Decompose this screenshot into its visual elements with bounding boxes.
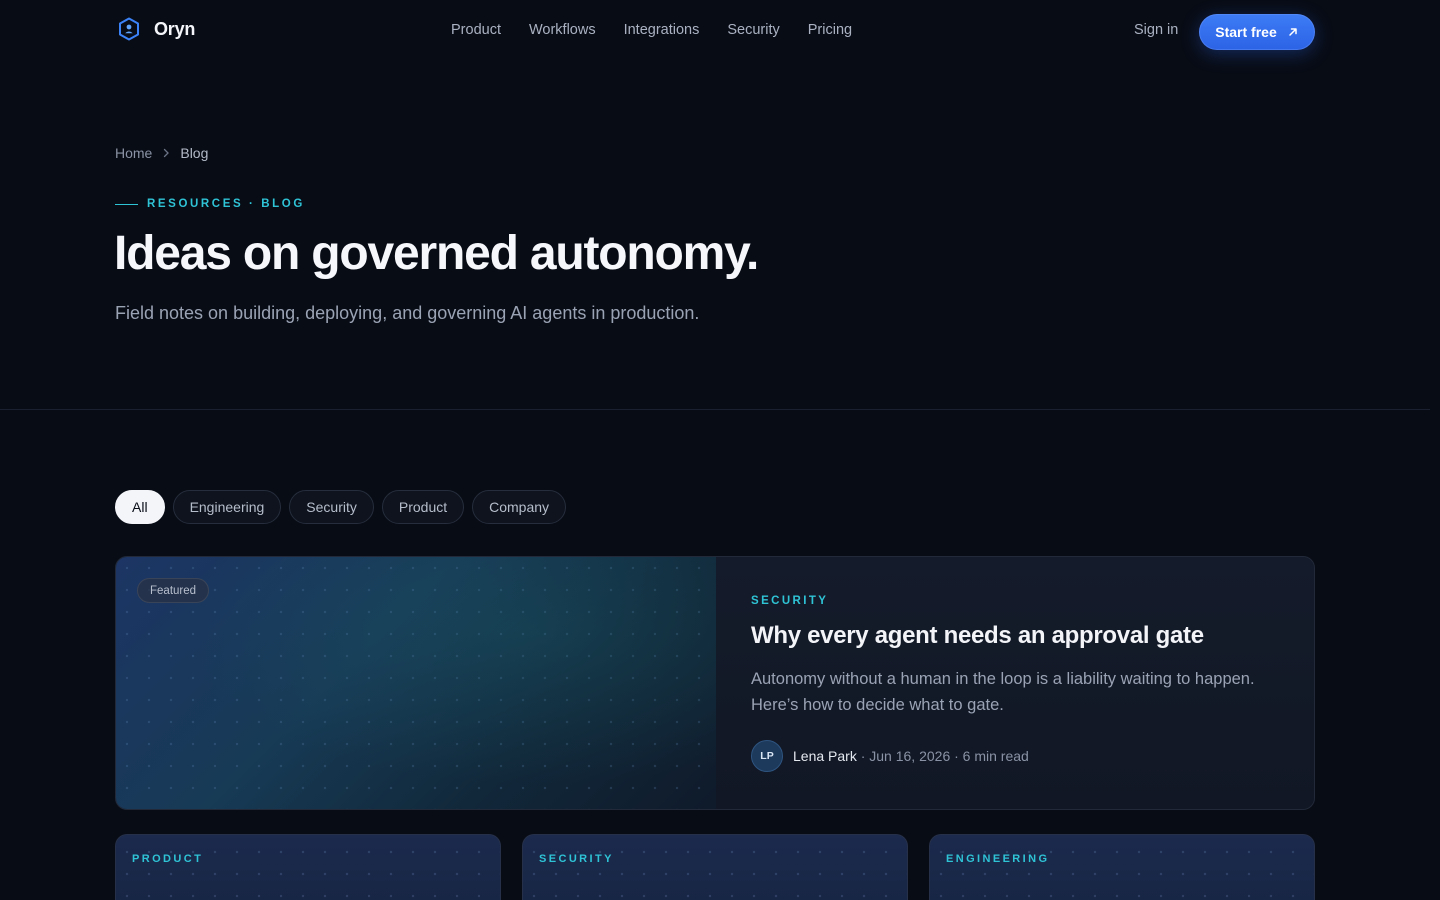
brand-name: Oryn [154,18,196,39]
author-name: Lena Park [793,748,857,764]
section-divider [0,409,1430,410]
featured-title[interactable]: Why every agent needs an approval gate [751,622,1204,650]
filter-chip-engineering[interactable]: Engineering [172,490,282,524]
post-grid: PRODUCT SECURITY ENGINEERING [115,834,1315,900]
nav-item-security[interactable]: Security [727,22,779,38]
start-free-label: Start free [1215,24,1277,40]
page-title: Ideas on governed autonomy. [114,227,759,280]
filter-chip-product[interactable]: Product [381,490,465,524]
start-free-button[interactable]: Start free [1199,14,1315,50]
breadcrumb: Home Blog [115,145,208,161]
arrow-up-right-icon [1288,28,1297,36]
category-filters: All Engineering Security Product Company [115,490,567,524]
site-header: Oryn Product Workflows Integrations Secu… [0,0,1440,64]
post-card-category: ENGINEERING [946,853,1050,865]
avatar: LP [751,740,783,772]
featured-post-body: SECURITY Why every agent needs an approv… [716,557,1314,809]
nav-item-workflows[interactable]: Workflows [529,22,596,38]
featured-excerpt: Autonomy without a human in the loop is … [751,670,1255,714]
post-card-category: PRODUCT [132,853,204,865]
breadcrumb-blog[interactable]: Blog [180,145,208,161]
hexagon-logo-icon [119,17,139,41]
featured-category: SECURITY [751,595,829,607]
chevron-right-icon [160,147,172,159]
breadcrumb-home[interactable]: Home [115,145,152,161]
post-meta: · Jun 16, 2026 · 6 min read [856,748,1029,764]
hero-eyebrow: RESOURCES · BLOG [115,198,305,210]
post-card[interactable]: PRODUCT [115,834,501,900]
main-nav: Product Workflows Integrations Security … [451,22,852,38]
nav-item-integrations[interactable]: Integrations [624,22,700,38]
sign-in-link[interactable]: Sign in [1134,22,1178,38]
nav-item-pricing[interactable]: Pricing [808,22,852,38]
filter-chip-company[interactable]: Company [472,490,567,524]
eyebrow-text: RESOURCES · BLOG [147,198,305,210]
post-card-category: SECURITY [539,853,614,865]
nav-item-product[interactable]: Product [451,22,501,38]
post-card[interactable]: SECURITY [522,834,908,900]
filter-chip-all[interactable]: All [115,490,165,524]
post-card[interactable]: ENGINEERING [929,834,1315,900]
filter-chip-security[interactable]: Security [289,490,374,524]
page-subtitle: Field notes on building, deploying, and … [115,303,700,323]
brand[interactable]: Oryn [116,16,195,42]
featured-meta: LP Lena Park · Jun 16, 2026 · 6 min read [751,740,1029,772]
featured-badge: Featured [137,578,210,603]
featured-post-card[interactable]: Featured SECURITY Why every agent needs … [115,556,1315,810]
eyebrow-line [115,203,138,205]
